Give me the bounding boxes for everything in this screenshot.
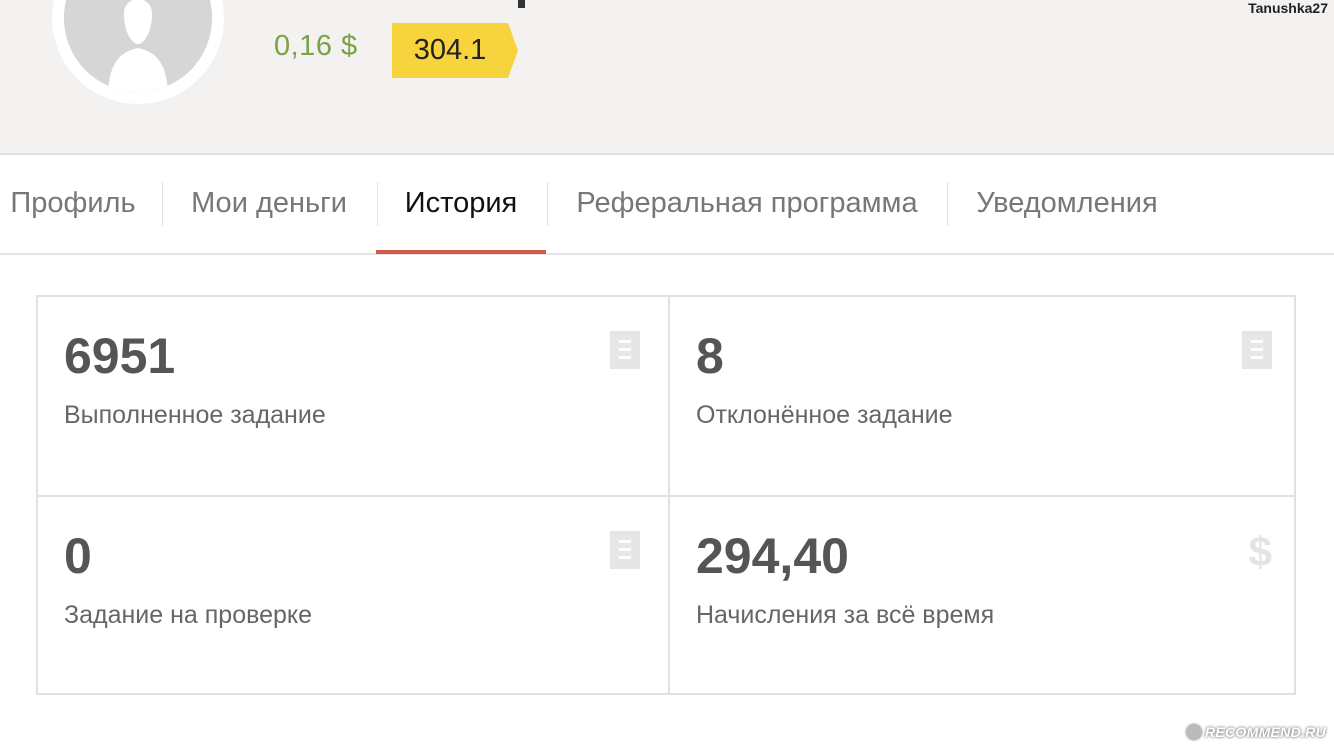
stat-card-completed: 6951 Выполненное задание (38, 297, 668, 495)
document-icon (610, 331, 640, 374)
tab-divider (162, 182, 163, 226)
balance-amount: 0,16 $ (274, 30, 358, 63)
stat-label: Задание на проверке (64, 601, 312, 630)
stat-label: Выполненное задание (64, 401, 326, 430)
tab-notifications[interactable]: Уведомления (962, 155, 1172, 253)
tab-divider (947, 182, 948, 226)
avatar[interactable] (52, 0, 224, 104)
rating-value: 304.1 (392, 23, 508, 78)
page: 0,16 $ 304.1 Tanushka27 Профиль Мои день… (0, 0, 1334, 750)
document-icon (610, 531, 640, 574)
stat-card-rejected: 8 Отклонённое задание (670, 297, 1300, 495)
username[interactable]: Tanushka27 (1248, 0, 1328, 16)
dollar-icon: $ (1249, 531, 1272, 573)
avatar-placeholder-icon (64, 0, 212, 92)
stat-value: 6951 (64, 327, 175, 385)
tab-referral-program[interactable]: Реферальная программа (562, 155, 932, 253)
profile-tabs: Профиль Мои деньги История Реферальная п… (0, 155, 1334, 255)
watermark: RECOMMEND.RU (1186, 724, 1326, 740)
watermark-text: RECOMMEND.RU (1205, 724, 1326, 740)
stat-value: 0 (64, 527, 92, 585)
stat-label: Отклонённое задание (696, 401, 953, 430)
watermark-logo-icon (1186, 724, 1202, 740)
stats-grid: 6951 Выполненное задание 8 Отклонённое з… (36, 295, 1296, 695)
stat-value: 8 (696, 327, 724, 385)
document-icon (1242, 331, 1272, 374)
stat-label: Начисления за всё время (696, 601, 994, 630)
profile-header: 0,16 $ 304.1 Tanushka27 (0, 0, 1334, 155)
tab-my-money[interactable]: Мои деньги (180, 155, 358, 253)
rating-badge: 304.1 (392, 23, 518, 78)
tab-profile[interactable]: Профиль (0, 155, 146, 253)
stat-card-earnings: 294,40 Начисления за всё время $ (670, 497, 1300, 695)
tab-divider (547, 182, 548, 226)
stat-value: 294,40 (696, 527, 849, 585)
stat-card-pending: 0 Задание на проверке (38, 497, 668, 695)
profile-name-fragment (518, 0, 525, 8)
tab-history[interactable]: История (376, 155, 546, 253)
